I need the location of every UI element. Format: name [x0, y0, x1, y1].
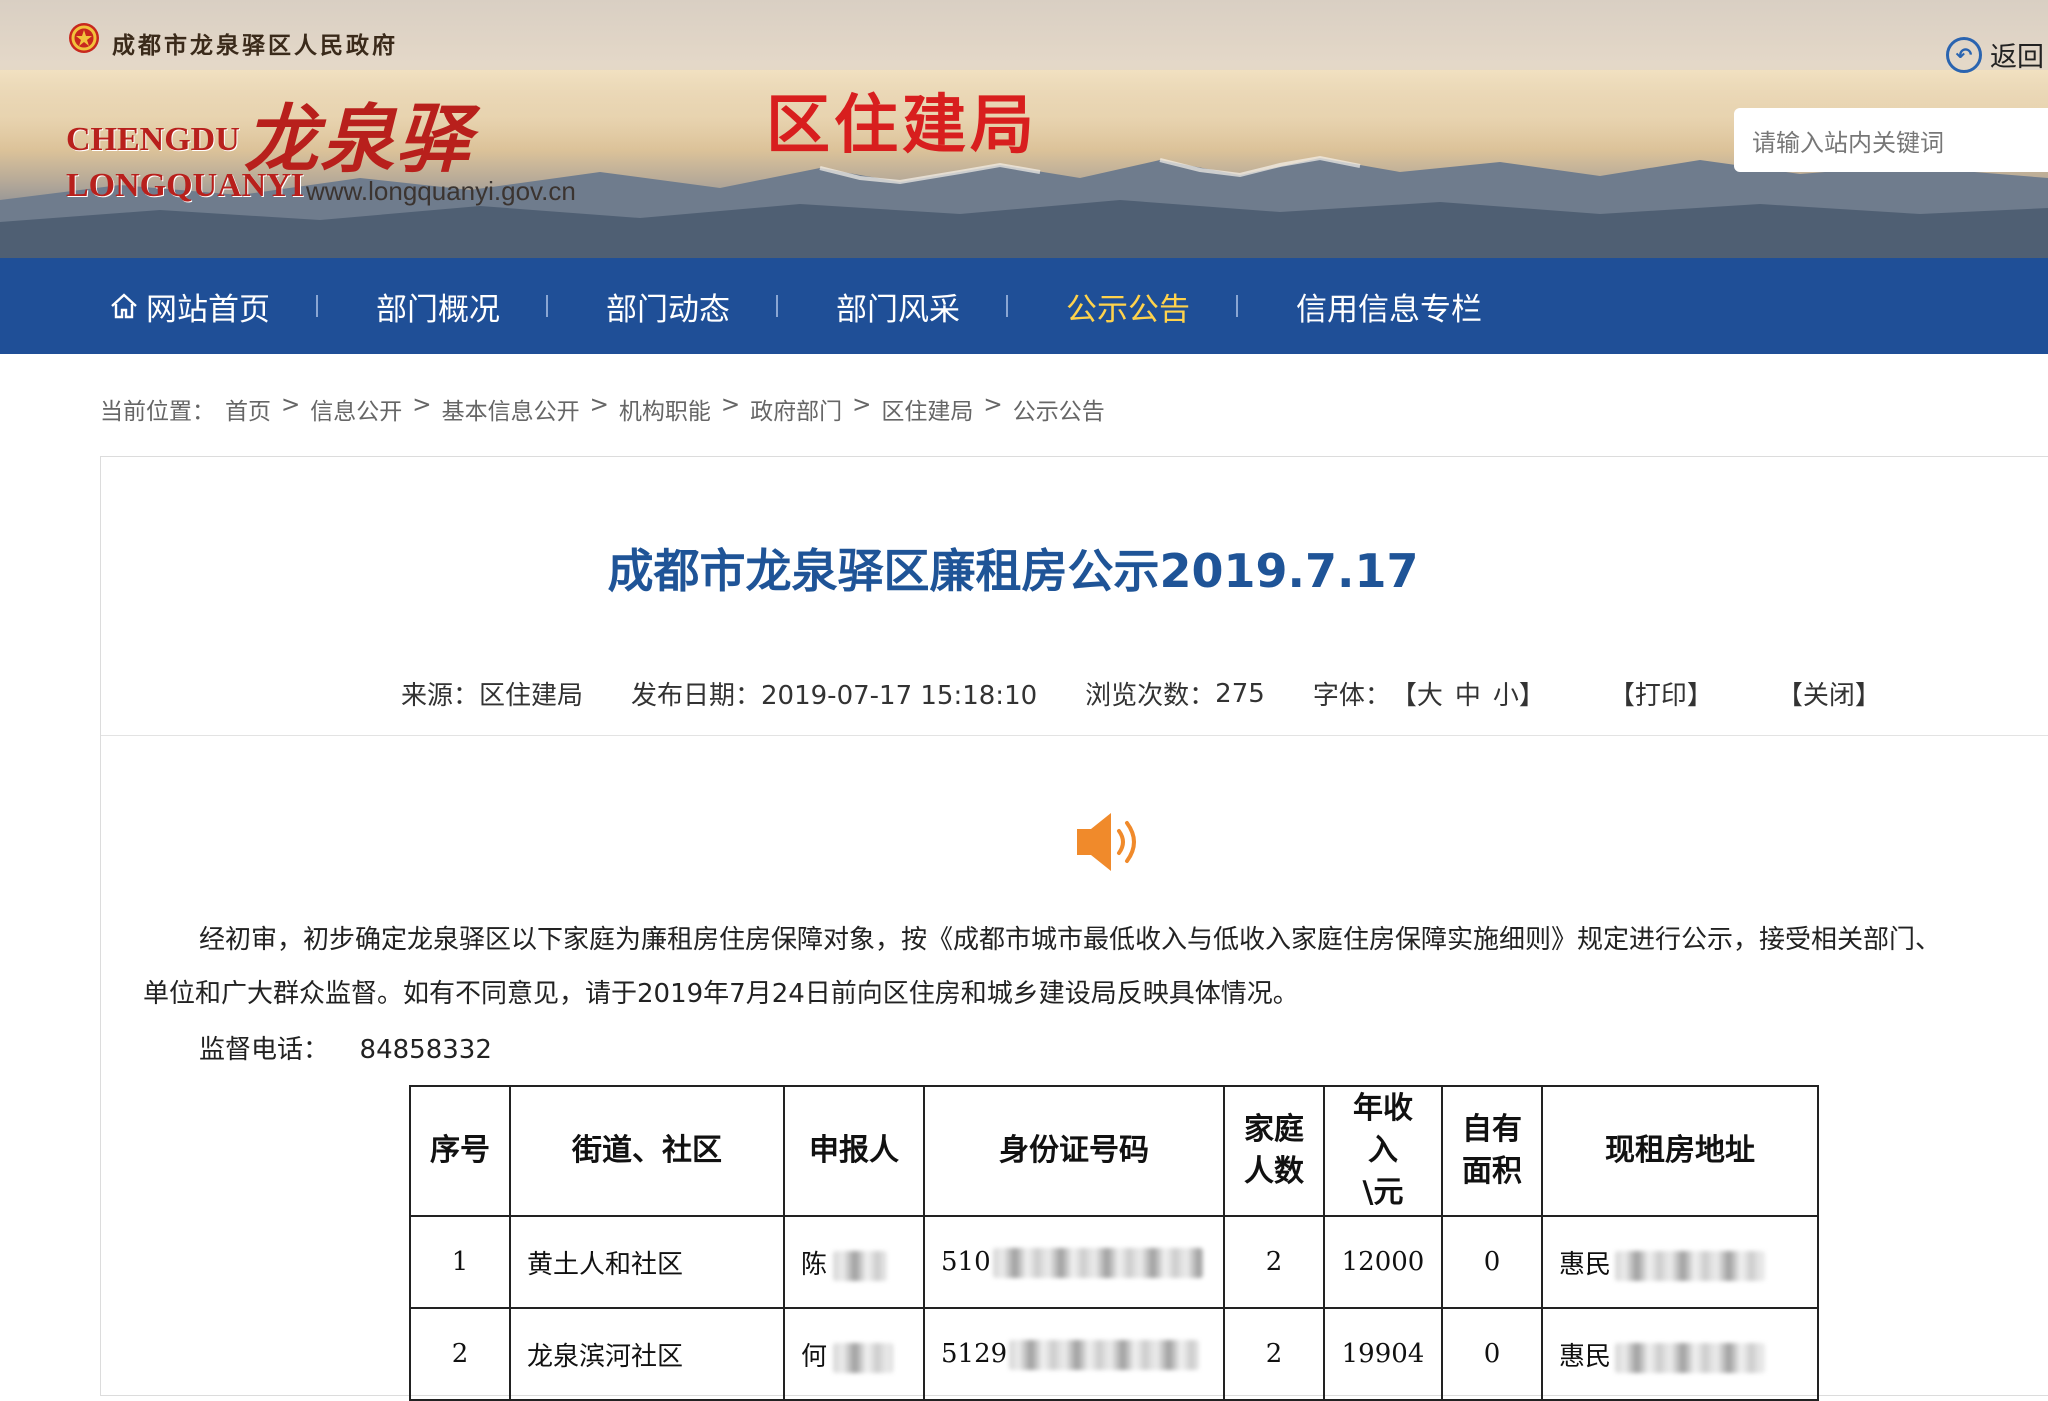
table-row: 2 龙泉滨河社区 何 5129 2 19904 0 惠民	[409, 1307, 1819, 1401]
font-large-button[interactable]: 大	[1417, 675, 1443, 712]
table-header-row: 序号 街道、社区 申报人 身份证号码 家庭 人数 年收入 \元 自有 面积 现租房地址	[409, 1085, 1819, 1217]
breadcrumb-item[interactable]: 机构职能	[619, 392, 711, 426]
breadcrumb-separator: >	[281, 392, 301, 418]
back-arrow-icon: ↶	[1946, 36, 1982, 73]
breadcrumb-separator: >	[720, 392, 741, 418]
print-button[interactable]: 【打印】	[1609, 675, 1713, 712]
cell-id-number: 510	[923, 1215, 1225, 1309]
supervision-phone: 监督电话： 84858332	[199, 1029, 492, 1066]
nav-label: 公示公告	[1066, 291, 1190, 328]
nav-divider	[316, 295, 318, 317]
breadcrumb-item[interactable]: 信息公开	[310, 392, 402, 426]
article-title: 成都市龙泉驿区廉租房公示2019.7.17	[607, 544, 1419, 598]
cell-income: 12000	[1323, 1215, 1443, 1309]
article-meta: 来源：区住建局 发布日期：2019-07-17 15:18:10 浏览次数： 2…	[401, 675, 1881, 712]
cell-owned-area: 0	[1441, 1215, 1543, 1309]
breadcrumb-item[interactable]: 政府部门	[750, 392, 842, 426]
nav-item-news[interactable]: 部门动态	[606, 258, 730, 354]
article-container: 成都市龙泉驿区廉租房公示2019.7.17 来源：区住建局 发布日期：2019-…	[100, 456, 2048, 1401]
phone-number: 84858332	[359, 1035, 492, 1065]
breadcrumb-item[interactable]: 公示公告	[1013, 392, 1105, 426]
header-family-size: 家庭 人数	[1223, 1085, 1325, 1217]
cell-family-size: 2	[1223, 1307, 1325, 1401]
font-bracket-close: 】	[1518, 681, 1545, 711]
header-community: 街道、社区	[509, 1085, 785, 1217]
nav-label: 网站首页	[146, 291, 270, 328]
logo-english-line2: LONGQUANYI	[66, 167, 305, 204]
nav-item-home[interactable]: 网站首页	[108, 258, 270, 354]
nav-label: 部门风采	[836, 291, 960, 328]
breadcrumb-separator: >	[983, 392, 1003, 418]
nav-divider	[1006, 295, 1008, 317]
search-input[interactable]: 请输入站内关键词	[1734, 108, 2048, 172]
nav-item-credit-info[interactable]: 信用信息专栏	[1296, 258, 1482, 354]
nav-item-announcements[interactable]: 公示公告	[1066, 258, 1190, 354]
cell-family-size: 2	[1223, 1215, 1325, 1309]
cell-address: 惠民	[1541, 1215, 1819, 1309]
back-label: 返回	[1990, 42, 2044, 73]
header-applicant: 申报人	[783, 1085, 925, 1217]
cell-community: 黄土人和社区	[509, 1215, 785, 1309]
search-placeholder: 请输入站内关键词	[1752, 128, 1944, 157]
back-link[interactable]: ↶ 返回	[1946, 35, 2044, 74]
breadcrumb-separator: >	[589, 392, 609, 418]
close-button[interactable]: 【关闭】	[1777, 675, 1881, 712]
phone-label: 监督电话：	[199, 1035, 330, 1065]
logo-english-line1: CHENGDU	[66, 121, 240, 158]
meta-source: 来源：区住建局	[401, 681, 584, 711]
breadcrumb-item[interactable]: 区住建局	[881, 392, 973, 426]
font-medium-button[interactable]: 中	[1455, 675, 1481, 712]
public-housing-table: 序号 街道、社区 申报人 身份证号码 家庭 人数 年收入 \元 自有 面积 现租房地址…	[409, 1085, 1819, 1401]
intro-paragraph-line2: 单位和广大群众监督。如有不同意见，请于2019年7月24日前向区住房和城乡建设局…	[143, 979, 1299, 1009]
nav-divider	[1236, 295, 1238, 317]
main-nav: 网站首页 部门概况 部门动态 部门风采 公示公告 信用信息专栏	[0, 258, 2048, 354]
breadcrumb-prefix: 当前位置：	[100, 399, 215, 425]
header-rental-address: 现租房地址	[1541, 1085, 1819, 1217]
breadcrumb-item[interactable]: 首页	[225, 392, 271, 426]
cell-address: 惠民	[1541, 1307, 1819, 1401]
intro-paragraph-line1: 经初审，初步确定龙泉驿区以下家庭为廉租房住房保障对象，按《成都市城市最低收入与低…	[199, 925, 1942, 955]
nav-item-gallery[interactable]: 部门风采	[836, 258, 960, 354]
font-small-button[interactable]: 小	[1493, 675, 1519, 712]
cell-no: 1	[409, 1215, 511, 1309]
speaker-icon[interactable]	[1071, 807, 1151, 877]
meta-views-count: 275	[1215, 678, 1265, 709]
gov-name[interactable]: 成都市龙泉驿区人民政府	[112, 26, 398, 60]
cell-community: 龙泉滨河社区	[509, 1307, 785, 1401]
cell-income: 19904	[1323, 1307, 1443, 1401]
national-emblem-icon	[69, 23, 99, 53]
breadcrumb-separator: >	[852, 392, 872, 418]
department-title: 区住建局	[766, 89, 1038, 163]
meta-views-label: 浏览次数：	[1085, 681, 1216, 711]
table-row: 1 黄土人和社区 陈 510 2 12000 0 惠民	[409, 1215, 1819, 1309]
nav-label: 部门概况	[376, 291, 500, 328]
cell-applicant: 陈	[783, 1215, 925, 1309]
cell-id-number: 5129	[923, 1307, 1225, 1401]
meta-divider	[101, 735, 2048, 736]
nav-label: 部门动态	[606, 291, 730, 328]
cell-applicant: 何	[783, 1307, 925, 1401]
header-id-number: 身份证号码	[923, 1085, 1225, 1217]
header-owned-area: 自有 面积	[1441, 1085, 1543, 1217]
font-bracket-open: 【	[1390, 681, 1417, 711]
header-no: 序号	[409, 1085, 511, 1217]
cell-owned-area: 0	[1441, 1307, 1543, 1401]
header-banner: 成都市龙泉驿区人民政府 龙泉驿 CHENGDU LONGQUANYI www.l…	[0, 0, 2048, 258]
home-icon	[111, 293, 137, 319]
breadcrumb-item[interactable]: 基本信息公开	[442, 392, 580, 426]
meta-font-label: 字体：	[1312, 681, 1391, 711]
nav-divider	[546, 295, 548, 317]
cell-no: 2	[409, 1307, 511, 1401]
nav-label: 信用信息专栏	[1296, 291, 1482, 328]
logo-url: www.longquanyi.gov.cn	[306, 176, 576, 206]
nav-divider	[776, 295, 778, 317]
breadcrumb-separator: >	[412, 392, 432, 418]
header-annual-income: 年收入 \元	[1323, 1085, 1443, 1217]
meta-date: 发布日期：2019-07-17 15:18:10	[631, 681, 1038, 711]
nav-item-overview[interactable]: 部门概况	[376, 258, 500, 354]
breadcrumb: 当前位置： 首页 > 信息公开 > 基本信息公开 > 机构职能 > 政府部门 >…	[100, 392, 1105, 426]
